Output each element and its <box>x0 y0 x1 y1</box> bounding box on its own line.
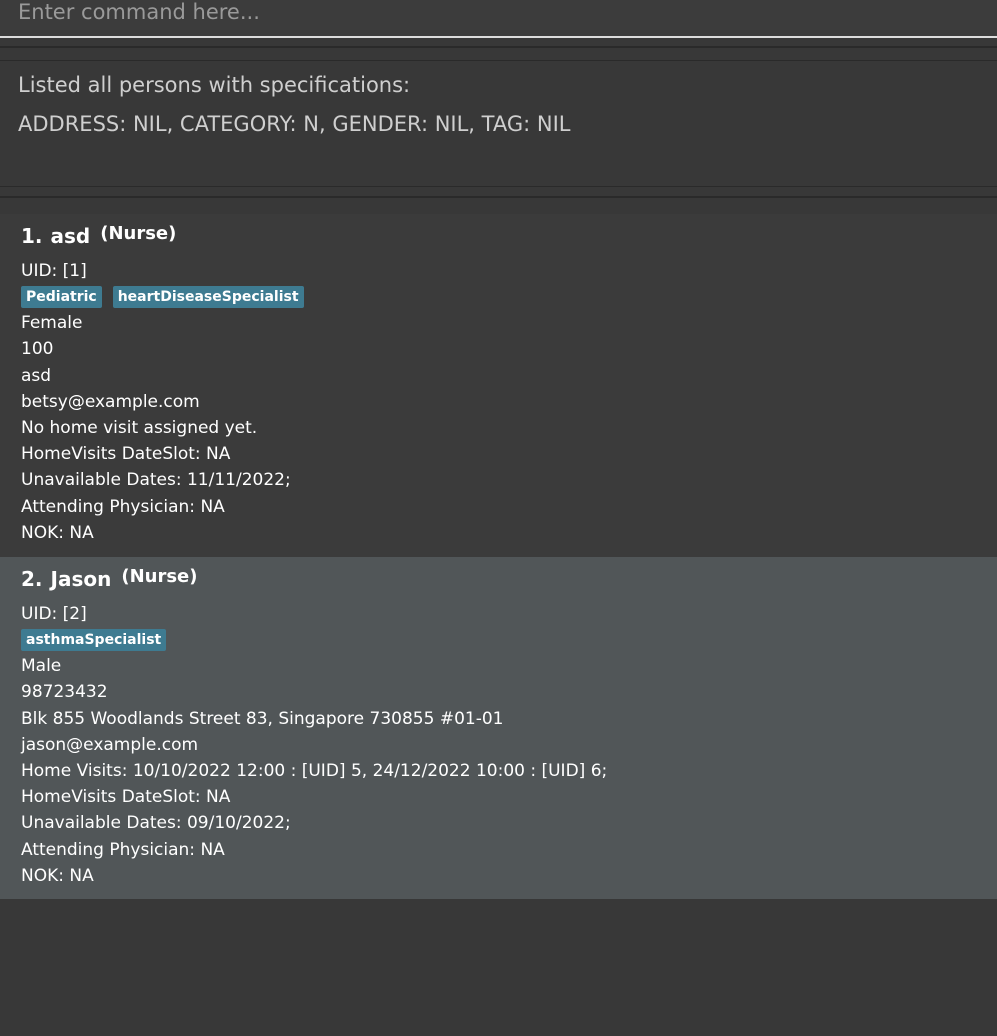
tag-badge: heartDiseaseSpecialist <box>112 286 304 309</box>
tag-badge: Pediatric <box>21 286 102 309</box>
person-gender: Male <box>21 656 62 677</box>
person-dateslot: HomeVisits DateSlot: NA <box>21 444 231 465</box>
command-box <box>0 0 997 38</box>
app-window: Listed all persons with specifications: … <box>0 0 997 1036</box>
person-name: asd <box>50 224 91 248</box>
person-card[interactable]: 1. asd (Nurse) UID: [1] Pediatric heartD… <box>0 214 997 557</box>
person-phone: 100 <box>21 339 54 360</box>
person-name: Jason <box>50 567 112 591</box>
person-unavailable-dates: Unavailable Dates: 11/11/2022; <box>21 470 291 491</box>
person-uid: UID: [1] <box>21 261 87 281</box>
person-card[interactable]: 2. Jason (Nurse) UID: [2] asthmaSpeciali… <box>0 557 997 899</box>
person-gender: Female <box>21 313 83 334</box>
person-physician: Attending Physician: NA <box>21 839 225 860</box>
person-index: 2. <box>21 567 43 591</box>
person-phone: 98723432 <box>21 682 108 703</box>
person-category: (Nurse) <box>121 566 198 587</box>
result-message-line-2: ADDRESS: NIL, CATEGORY: N, GENDER: NIL, … <box>18 112 571 136</box>
person-tags: asthmaSpecialist <box>21 627 976 653</box>
result-display: Listed all persons with specifications: … <box>0 60 997 187</box>
person-tags: Pediatric heartDiseaseSpecialist <box>21 284 976 310</box>
person-physician: Attending Physician: NA <box>21 496 225 517</box>
result-message-line-1: Listed all persons with specifications: <box>18 73 411 97</box>
person-card-header: 2. Jason (Nurse) <box>21 566 976 601</box>
divider <box>0 196 997 198</box>
person-address: asd <box>21 365 52 386</box>
person-address: Blk 855 Woodlands Street 83, Singapore 7… <box>21 708 504 729</box>
person-unavailable-dates: Unavailable Dates: 09/10/2022; <box>21 813 291 834</box>
person-email: jason@example.com <box>21 734 199 755</box>
person-card-header: 1. asd (Nurse) <box>21 223 976 258</box>
tag-badge: asthmaSpecialist <box>21 629 167 652</box>
person-list[interactable]: 1. asd (Nurse) UID: [1] Pediatric heartD… <box>0 214 997 899</box>
person-home-visits: No home visit assigned yet. <box>21 417 258 438</box>
person-nok: NOK: NA <box>21 865 94 886</box>
person-nok: NOK: NA <box>21 522 94 543</box>
person-email: betsy@example.com <box>21 391 200 412</box>
person-category: (Nurse) <box>100 223 177 244</box>
command-input[interactable] <box>18 0 978 28</box>
divider <box>0 46 997 48</box>
person-index: 1. <box>21 224 43 248</box>
person-dateslot: HomeVisits DateSlot: NA <box>21 787 231 808</box>
person-home-visits: Home Visits: 10/10/2022 12:00 : [UID] 5,… <box>21 760 608 781</box>
person-uid: UID: [2] <box>21 604 87 624</box>
